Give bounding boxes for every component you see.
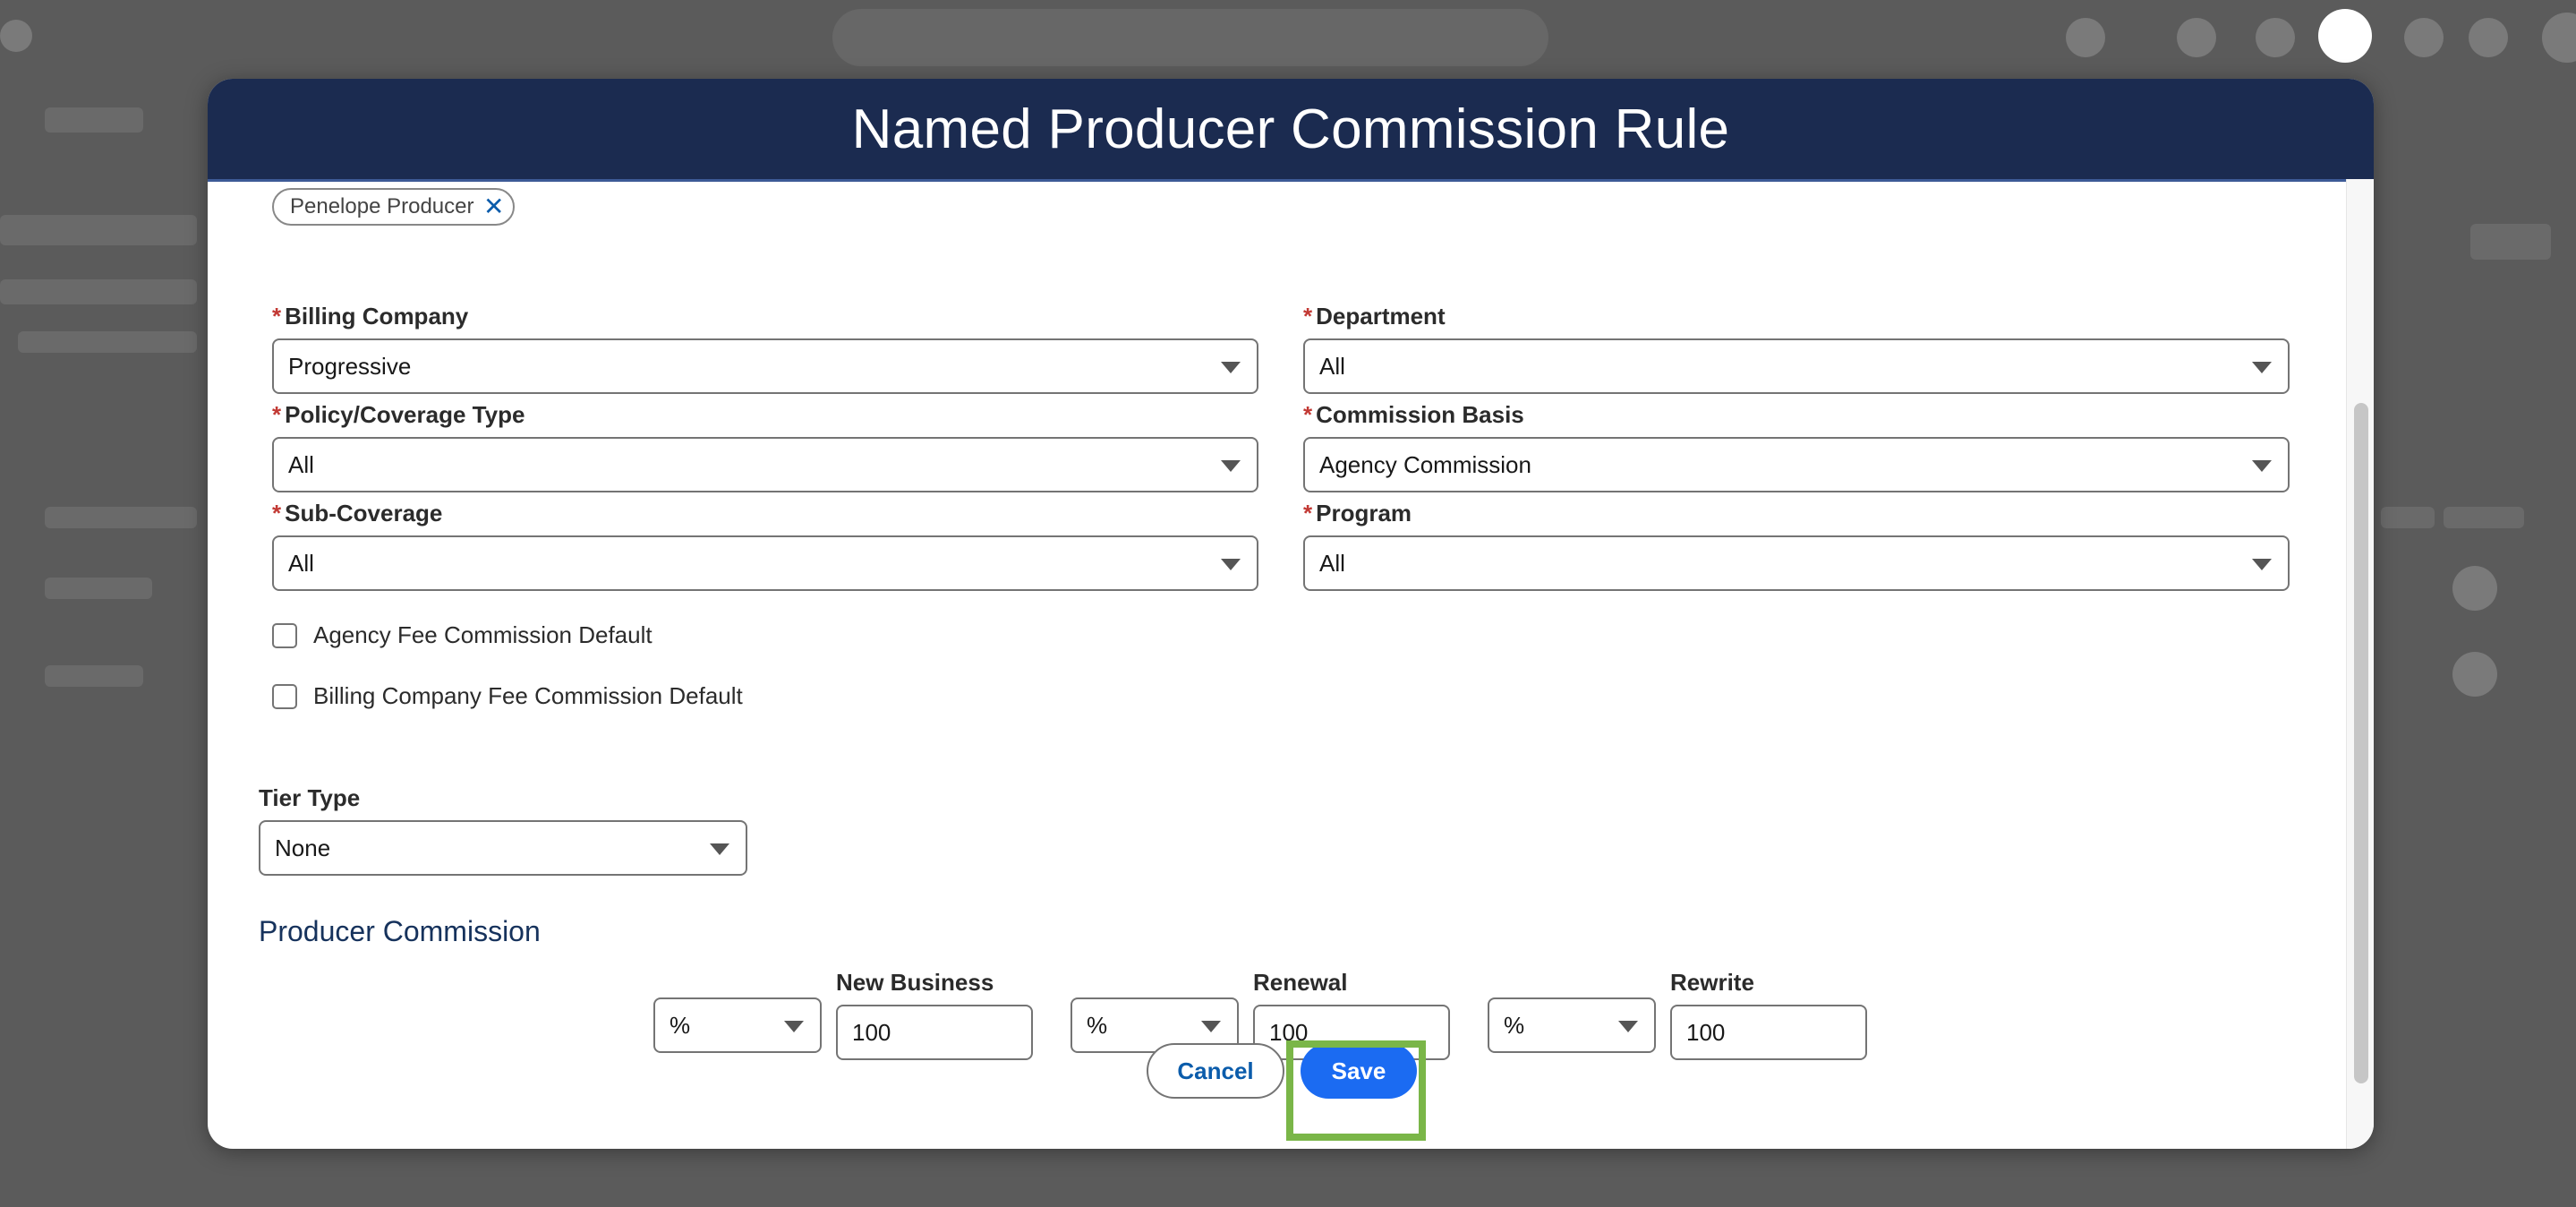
chevron-down-icon bbox=[1201, 1021, 1221, 1032]
policy-coverage-type-label: * Policy/Coverage Type bbox=[272, 401, 525, 429]
billing-company-value: Progressive bbox=[288, 352, 412, 380]
program-value: All bbox=[1319, 549, 1345, 577]
new-business-input[interactable]: 100 bbox=[836, 1005, 1033, 1060]
billing-company-label: * Billing Company bbox=[272, 303, 468, 330]
selected-producer-pill: Penelope Producer ✕ bbox=[272, 188, 516, 226]
chevron-down-icon bbox=[1221, 362, 1241, 373]
required-indicator: * bbox=[1303, 500, 1313, 526]
department-label: * Department bbox=[1303, 303, 1446, 330]
chevron-down-icon bbox=[1221, 559, 1241, 570]
modal-body: Penelope Producer ✕ * Billing Company Pro… bbox=[208, 179, 2374, 1149]
chevron-down-icon bbox=[2252, 559, 2272, 570]
department-label-text: Department bbox=[1316, 303, 1446, 330]
background-row-action bbox=[2452, 652, 2497, 697]
agency-fee-commission-default-label: Agency Fee Commission Default bbox=[313, 621, 653, 648]
chevron-down-icon bbox=[1618, 1021, 1638, 1032]
producer-commission-title: Producer Commission bbox=[259, 915, 541, 947]
background-column bbox=[45, 507, 197, 528]
agency-fee-commission-default-checkbox[interactable] bbox=[272, 622, 297, 648]
sub-coverage-value: All bbox=[288, 549, 314, 577]
background-icon bbox=[2469, 18, 2508, 57]
tier-type-label: Tier Type bbox=[259, 784, 361, 811]
program-label-text: Program bbox=[1316, 500, 1412, 526]
renewal-label: Renewal bbox=[1253, 969, 1348, 996]
new-business-label: New Business bbox=[836, 969, 994, 996]
background-icon bbox=[2066, 18, 2105, 57]
background-logo bbox=[0, 20, 32, 52]
background-subheading bbox=[0, 279, 197, 304]
chevron-down-icon bbox=[710, 843, 729, 855]
background-icon bbox=[2177, 18, 2216, 57]
background-text bbox=[18, 331, 197, 353]
policy-coverage-type-value: All bbox=[288, 450, 314, 478]
rewrite-value: 100 bbox=[1686, 1018, 1726, 1046]
selected-producer-label: Penelope Producer bbox=[290, 194, 474, 218]
agency-fee-commission-default-row[interactable]: Agency Fee Commission Default bbox=[272, 621, 653, 649]
tier-type-value: None bbox=[275, 834, 331, 861]
background-cell bbox=[45, 665, 143, 687]
new-business-unit-select[interactable]: % bbox=[653, 997, 822, 1053]
rewrite-unit-value: % bbox=[1504, 1011, 1525, 1039]
billing-company-fee-commission-default-checkbox[interactable] bbox=[272, 683, 297, 709]
required-indicator: * bbox=[1303, 401, 1313, 428]
billing-company-fee-commission-default-label: Billing Company Fee Commission Default bbox=[313, 682, 743, 709]
commission-basis-select[interactable]: Agency Commission bbox=[1303, 437, 2290, 492]
commission-basis-label-text: Commission Basis bbox=[1316, 401, 1524, 428]
background-column bbox=[2381, 507, 2435, 528]
modal-title: Named Producer Commission Rule bbox=[851, 98, 1730, 160]
background-row-action bbox=[2452, 566, 2497, 611]
chevron-down-icon bbox=[1221, 460, 1241, 472]
avatar bbox=[2318, 9, 2372, 63]
background-heading bbox=[0, 215, 197, 245]
policy-coverage-type-label-text: Policy/Coverage Type bbox=[285, 401, 525, 428]
background-column bbox=[2444, 507, 2524, 528]
billing-company-fee-commission-default-row[interactable]: Billing Company Fee Commission Default bbox=[272, 682, 743, 710]
cancel-button[interactable]: Cancel bbox=[1147, 1043, 1284, 1099]
policy-coverage-type-select[interactable]: All bbox=[272, 437, 1258, 492]
modal-scrollbar-thumb[interactable] bbox=[2354, 403, 2368, 1083]
required-indicator: * bbox=[272, 500, 282, 526]
required-indicator: * bbox=[272, 303, 282, 330]
commission-basis-value: Agency Commission bbox=[1319, 450, 1531, 478]
department-select[interactable]: All bbox=[1303, 338, 2290, 394]
required-indicator: * bbox=[1303, 303, 1313, 330]
billing-company-select[interactable]: Progressive bbox=[272, 338, 1258, 394]
rewrite-unit-select[interactable]: % bbox=[1488, 997, 1656, 1053]
commission-basis-label: * Commission Basis bbox=[1303, 401, 1524, 429]
save-button[interactable]: Save bbox=[1301, 1043, 1417, 1099]
chevron-down-icon bbox=[2252, 362, 2272, 373]
background-search-bar bbox=[832, 9, 1548, 66]
remove-producer-icon[interactable]: ✕ bbox=[483, 193, 504, 220]
rewrite-label: Rewrite bbox=[1670, 969, 1754, 996]
sub-coverage-label-text: Sub-Coverage bbox=[285, 500, 443, 526]
background-icon bbox=[2256, 18, 2295, 57]
required-indicator: * bbox=[272, 401, 282, 428]
new-business-value: 100 bbox=[852, 1018, 891, 1046]
background-cell bbox=[45, 578, 152, 599]
background-button bbox=[2470, 224, 2551, 260]
rewrite-input[interactable]: 100 bbox=[1670, 1005, 1867, 1060]
background-icon bbox=[2542, 13, 2576, 63]
program-select[interactable]: All bbox=[1303, 535, 2290, 591]
sub-coverage-label: * Sub-Coverage bbox=[272, 500, 442, 527]
chevron-down-icon bbox=[2252, 460, 2272, 472]
background-tab bbox=[45, 107, 143, 133]
billing-company-label-text: Billing Company bbox=[285, 303, 469, 330]
new-business-unit-value: % bbox=[670, 1011, 691, 1039]
chevron-down-icon bbox=[784, 1021, 804, 1032]
modal-header: Named Producer Commission Rule bbox=[208, 79, 2374, 182]
background-icon bbox=[2404, 18, 2444, 57]
renewal-value: 100 bbox=[1269, 1018, 1309, 1046]
sub-coverage-select[interactable]: All bbox=[272, 535, 1258, 591]
program-label: * Program bbox=[1303, 500, 1412, 527]
renewal-unit-value: % bbox=[1087, 1011, 1108, 1039]
commission-rule-modal: Named Producer Commission Rule Penelope … bbox=[208, 79, 2374, 1149]
tier-type-select[interactable]: None bbox=[259, 820, 747, 876]
department-value: All bbox=[1319, 352, 1345, 380]
